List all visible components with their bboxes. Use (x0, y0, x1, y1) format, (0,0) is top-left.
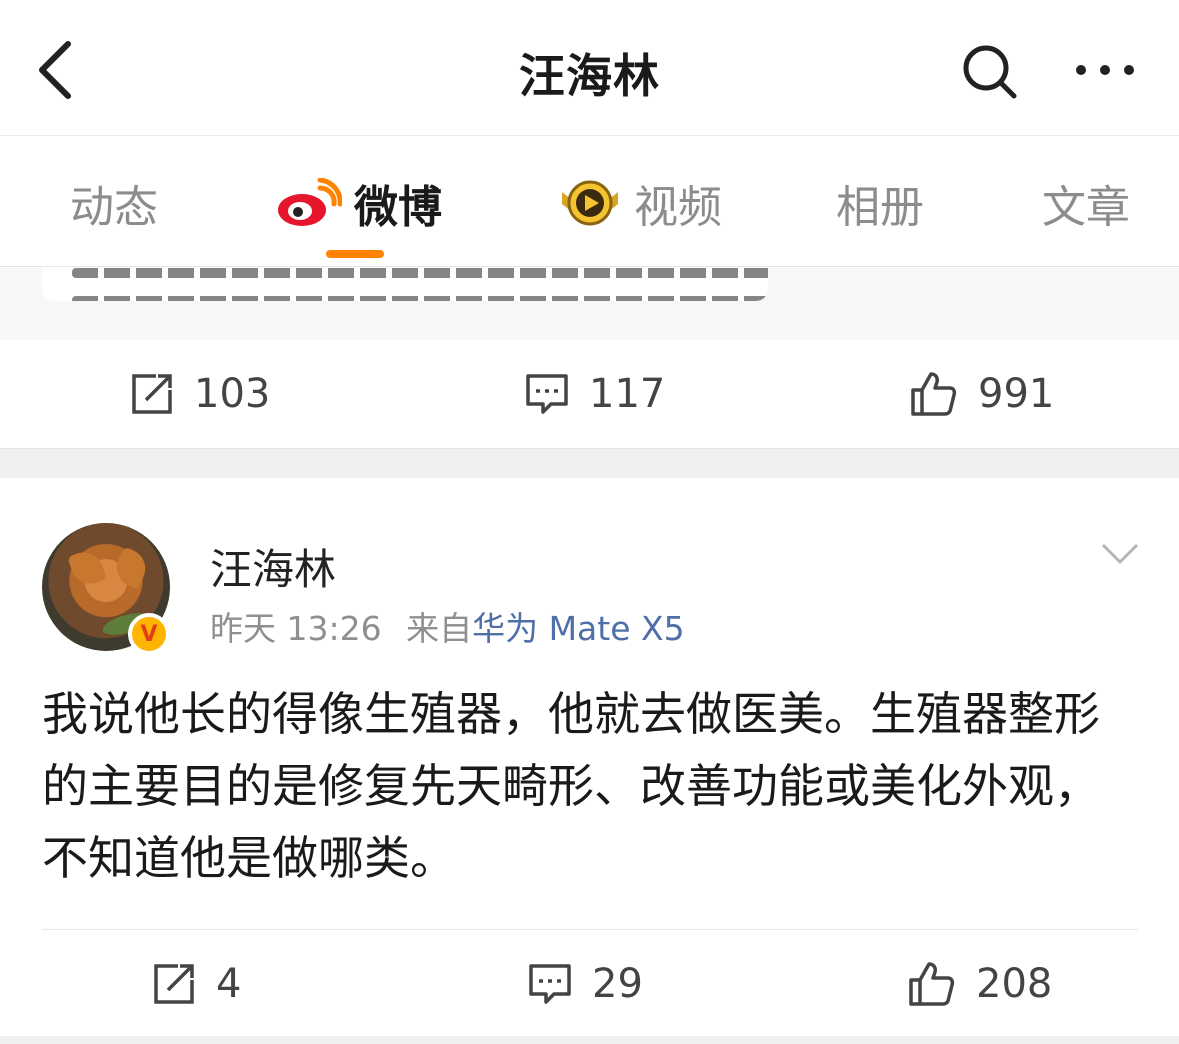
comment-count: 117 (589, 371, 666, 417)
comment-icon (526, 374, 568, 414)
tab-label: 文章 (1042, 182, 1130, 233)
like-count: 991 (978, 371, 1055, 417)
top-navigation-bar: 汪海林 (0, 0, 1179, 136)
tab-label: 视频 (634, 182, 722, 233)
active-tab-indicator (326, 250, 384, 258)
tab-video[interactable]: 视频 (558, 173, 722, 233)
like-count: 208 (976, 961, 1053, 1007)
tab-label: 动态 (70, 182, 158, 233)
weibo-post-card[interactable]: V 汪海林 昨天 13:26 来自华为 Mate X5 我说他长的得像生殖器，他… (0, 478, 1179, 1044)
comment-button[interactable]: 117 (525, 340, 665, 448)
cropped-text-line (72, 268, 768, 278)
like-button[interactable]: 991 (910, 340, 1054, 448)
post-author-name[interactable]: 汪海林 (210, 536, 336, 597)
verified-badge-icon: V (128, 613, 170, 655)
avatar-cat-ear (110, 546, 152, 590)
tab-label: 相册 (836, 182, 924, 233)
like-button[interactable]: 208 (908, 930, 1052, 1038)
repost-count: 103 (194, 371, 271, 417)
feed-separator (0, 448, 1179, 478)
post-actions: 4 29 208 (0, 930, 1179, 1038)
tab-weibo[interactable]: 微博 (276, 173, 442, 233)
search-icon[interactable] (960, 42, 1020, 102)
comment-button[interactable]: 29 (528, 930, 643, 1038)
thumbs-up-icon (909, 962, 955, 1006)
weibo-logo-icon (278, 178, 342, 226)
previous-post-fragment (0, 268, 1179, 340)
source-prefix: 来自 (406, 609, 473, 648)
feed-separator (0, 1036, 1179, 1044)
post-meta: 昨天 13:26 来自华为 Mate X5 (210, 602, 685, 650)
repost-button[interactable]: 103 (130, 340, 270, 448)
comment-count: 29 (592, 961, 643, 1007)
cropped-text-line (72, 296, 768, 301)
repost-count: 4 (216, 961, 242, 1007)
profile-tab-bar: 动态 微博 视频 相册 文章 (0, 137, 1179, 267)
tab-dynamic[interactable]: 动态 (70, 173, 158, 233)
tab-articles[interactable]: 文章 (1042, 173, 1130, 233)
repost-icon (132, 374, 172, 414)
chevron-down-icon[interactable] (1100, 542, 1140, 566)
post-body-text[interactable]: 我说他长的得像生殖器，他就去做医美。生殖器整形的主要目的是修复先天畸形、改善功能… (42, 678, 1142, 894)
repost-icon (154, 964, 194, 1004)
tab-label: 微博 (354, 182, 442, 233)
comment-icon (529, 964, 571, 1004)
avatar-cat-ear (67, 546, 107, 590)
more-options-icon[interactable] (1072, 50, 1138, 90)
repost-button[interactable]: 4 (152, 930, 241, 1038)
previous-post-actions: 103 117 991 (0, 340, 1179, 448)
repost-quote-box[interactable] (42, 268, 768, 301)
video-badge-icon (562, 180, 618, 226)
post-source-device[interactable]: 华为 Mate X5 (472, 609, 685, 648)
tab-album[interactable]: 相册 (836, 173, 924, 233)
post-time: 昨天 13:26 (210, 609, 382, 648)
thumbs-up-icon (911, 372, 957, 416)
